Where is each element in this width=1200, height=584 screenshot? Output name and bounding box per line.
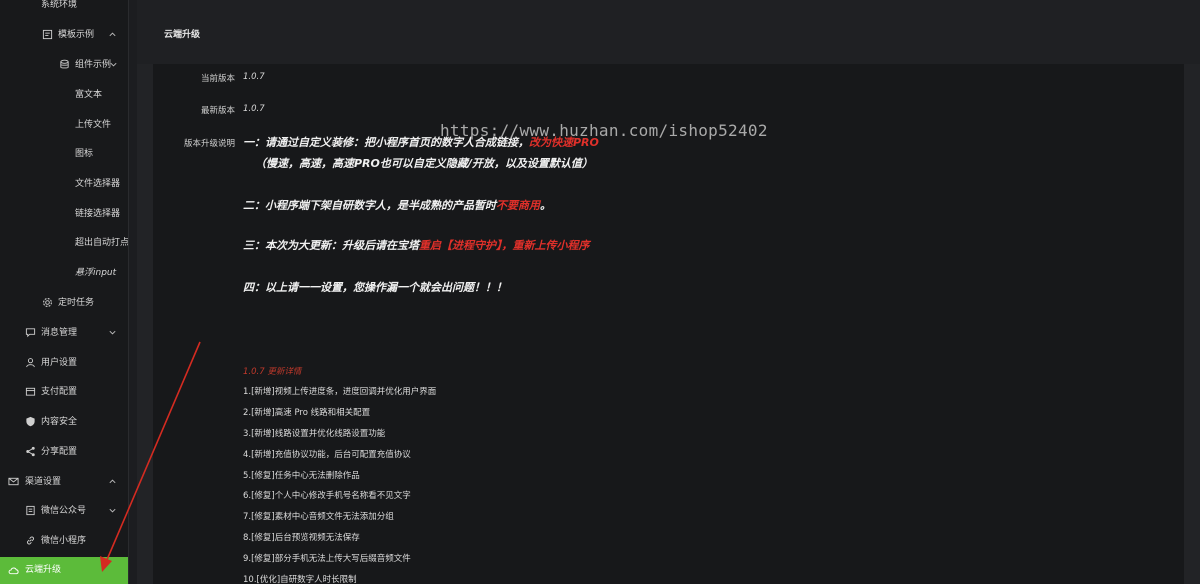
note-text: 三：本次为大更新：升级后请在宝塔 <box>243 239 419 252</box>
sidebar-item-wechat-miniprogram[interactable]: 微信小程序 <box>0 530 128 552</box>
sidebar-item-label: 微信小程序 <box>41 536 87 546</box>
changelog-title: 1.0.7 更新详情 <box>243 367 302 377</box>
latest-version-label: 最新版本 <box>200 106 235 116</box>
sidebar-item-label: 组件示例 <box>75 60 112 70</box>
template-icon <box>42 29 53 40</box>
changelog-item: 8.[修复]后台预览视频无法保存 <box>243 533 360 543</box>
sidebar-item-system-env[interactable]: 系统环境 <box>0 0 128 16</box>
page-title: 云端升级 <box>164 30 201 40</box>
sidebar-item-content-security[interactable]: 内容安全 <box>0 411 128 433</box>
mail-icon <box>8 477 19 486</box>
sidebar: 系统环境 模板示例 组件示例 富文本 上传文件 图标 文件选择器 链接选择器 超… <box>0 0 129 584</box>
sidebar-item-label: 文件选择器 <box>75 179 121 189</box>
share-icon <box>26 446 35 457</box>
changelog-item: 10.[优化]自研数字人时长限制 <box>243 575 357 584</box>
sidebar-item-file-selector[interactable]: 文件选择器 <box>0 173 128 195</box>
sidebar-item-user-settings[interactable]: 用户设置 <box>0 352 128 374</box>
database-icon <box>60 59 69 69</box>
watermark-url: https://www.huzhan.com/ishop52402 <box>440 121 768 140</box>
gear-icon <box>43 298 52 307</box>
sidebar-item-label: 富文本 <box>75 90 103 100</box>
sidebar-item-share-config[interactable]: 分享配置 <box>0 441 128 463</box>
cloud-icon <box>8 567 19 575</box>
current-version-value: 1.0.7 <box>243 72 265 82</box>
sidebar-item-label: 云端升级 <box>25 565 62 575</box>
chevron-up-icon <box>109 479 116 484</box>
shield-icon <box>26 416 35 427</box>
sidebar-item-label: 微信公众号 <box>41 506 87 516</box>
chevron-down-icon <box>109 330 116 335</box>
changelog-item: 6.[修复]个人中心修改手机号名称看不见文字 <box>243 491 411 501</box>
chevron-down-icon <box>110 62 117 67</box>
latest-version-value: 1.0.7 <box>243 104 265 114</box>
changelog-item: 3.[新增]线路设置并优化线路设置功能 <box>243 429 386 439</box>
sidebar-item-label: 悬浮input <box>75 268 117 278</box>
note-line-2: 二：小程序端下架自研数字人，是半成熟的产品暂时不要商用。 <box>243 197 551 213</box>
user-icon <box>26 358 35 368</box>
changelog-item: 2.[新增]高速 Pro 线路和相关配置 <box>243 408 371 418</box>
sidebar-item-label: 渠道设置 <box>25 477 62 487</box>
sidebar-item-wechat-official[interactable]: 微信公众号 <box>0 500 128 522</box>
chat-icon <box>25 328 36 338</box>
chevron-up-icon <box>109 32 116 37</box>
note-line-4: 四：以上请一一设置，您操作漏一个就会出问题！！！ <box>243 281 507 294</box>
sidebar-item-label: 内容安全 <box>41 417 78 427</box>
sidebar-item-icons[interactable]: 图标 <box>0 143 128 165</box>
changelog-item: 1.[新增]视频上传进度条，进度回调并优化用户界面 <box>243 387 437 397</box>
sidebar-item-float-input[interactable]: 悬浮input <box>0 262 128 284</box>
changelog-item: 9.[修复]部分手机无法上传大写后缀音频文件 <box>243 554 411 564</box>
sidebar-item-link-selector[interactable]: 链接选择器 <box>0 203 128 225</box>
sidebar-item-ellipsis[interactable]: 超出自动打点 <box>0 232 128 254</box>
note-line-1b: （慢速，高速，高速PRO也可以自定义隐藏/开放，以及设置默认值） <box>255 157 593 170</box>
sidebar-item-label: 定时任务 <box>58 298 95 308</box>
chevron-down-icon <box>109 508 116 513</box>
sidebar-item-payment-config[interactable]: 支付配置 <box>0 381 128 403</box>
sidebar-item-scheduled-tasks[interactable]: 定时任务 <box>0 292 128 314</box>
note-highlight: 重启【进程守护】，重新上传小程序 <box>419 239 590 252</box>
sidebar-item-label: 分享配置 <box>41 447 78 457</box>
upgrade-notes-label: 版本升级说明 <box>183 139 235 149</box>
sidebar-item-label: 支付配置 <box>41 387 78 397</box>
sidebar-item-label: 图标 <box>75 149 94 159</box>
note-text: 二：小程序端下架自研数字人，是半成熟的产品暂时 <box>243 199 496 212</box>
link-icon <box>27 536 34 545</box>
sidebar-item-label: 上传文件 <box>75 120 112 130</box>
note-highlight: 不要商用 <box>496 199 540 212</box>
sidebar-item-rich-text[interactable]: 富文本 <box>0 84 128 106</box>
panel-header: 云端升级 <box>137 0 1200 64</box>
sidebar-item-label: 链接选择器 <box>75 209 121 219</box>
sidebar-item-channel-settings[interactable]: 渠道设置 <box>0 471 128 493</box>
changelog-item: 5.[修复]任务中心无法删除作品 <box>243 471 360 481</box>
current-version-label: 当前版本 <box>200 74 235 84</box>
app-window: 系统环境 模板示例 组件示例 富文本 上传文件 图标 文件选择器 链接选择器 超… <box>0 0 1200 584</box>
sidebar-item-label: 消息管理 <box>41 328 78 338</box>
sidebar-item-label: 系统环境 <box>41 0 78 10</box>
sidebar-item-template-examples[interactable]: 模板示例 <box>0 24 128 46</box>
changelog-item: 7.[修复]素材中心音频文件无法添加分组 <box>243 512 394 522</box>
sidebar-item-label: 用户设置 <box>41 358 78 368</box>
document-icon <box>26 505 35 516</box>
wallet-icon <box>25 387 36 396</box>
sidebar-item-cloud-upgrade[interactable]: 云端升级 <box>0 557 128 584</box>
note-text: 。 <box>540 199 551 212</box>
changelog-item: 4.[新增]充值协议功能，后台可配置充值协议 <box>243 450 411 460</box>
sidebar-item-label: 模板示例 <box>58 30 95 40</box>
sidebar-item-component-examples[interactable]: 组件示例 <box>0 54 128 76</box>
sidebar-item-label: 超出自动打点 <box>75 238 129 248</box>
note-line-3: 三：本次为大更新：升级后请在宝塔重启【进程守护】，重新上传小程序 <box>243 237 590 253</box>
sidebar-item-upload-file[interactable]: 上传文件 <box>0 114 128 136</box>
sidebar-item-message-management[interactable]: 消息管理 <box>0 322 128 344</box>
